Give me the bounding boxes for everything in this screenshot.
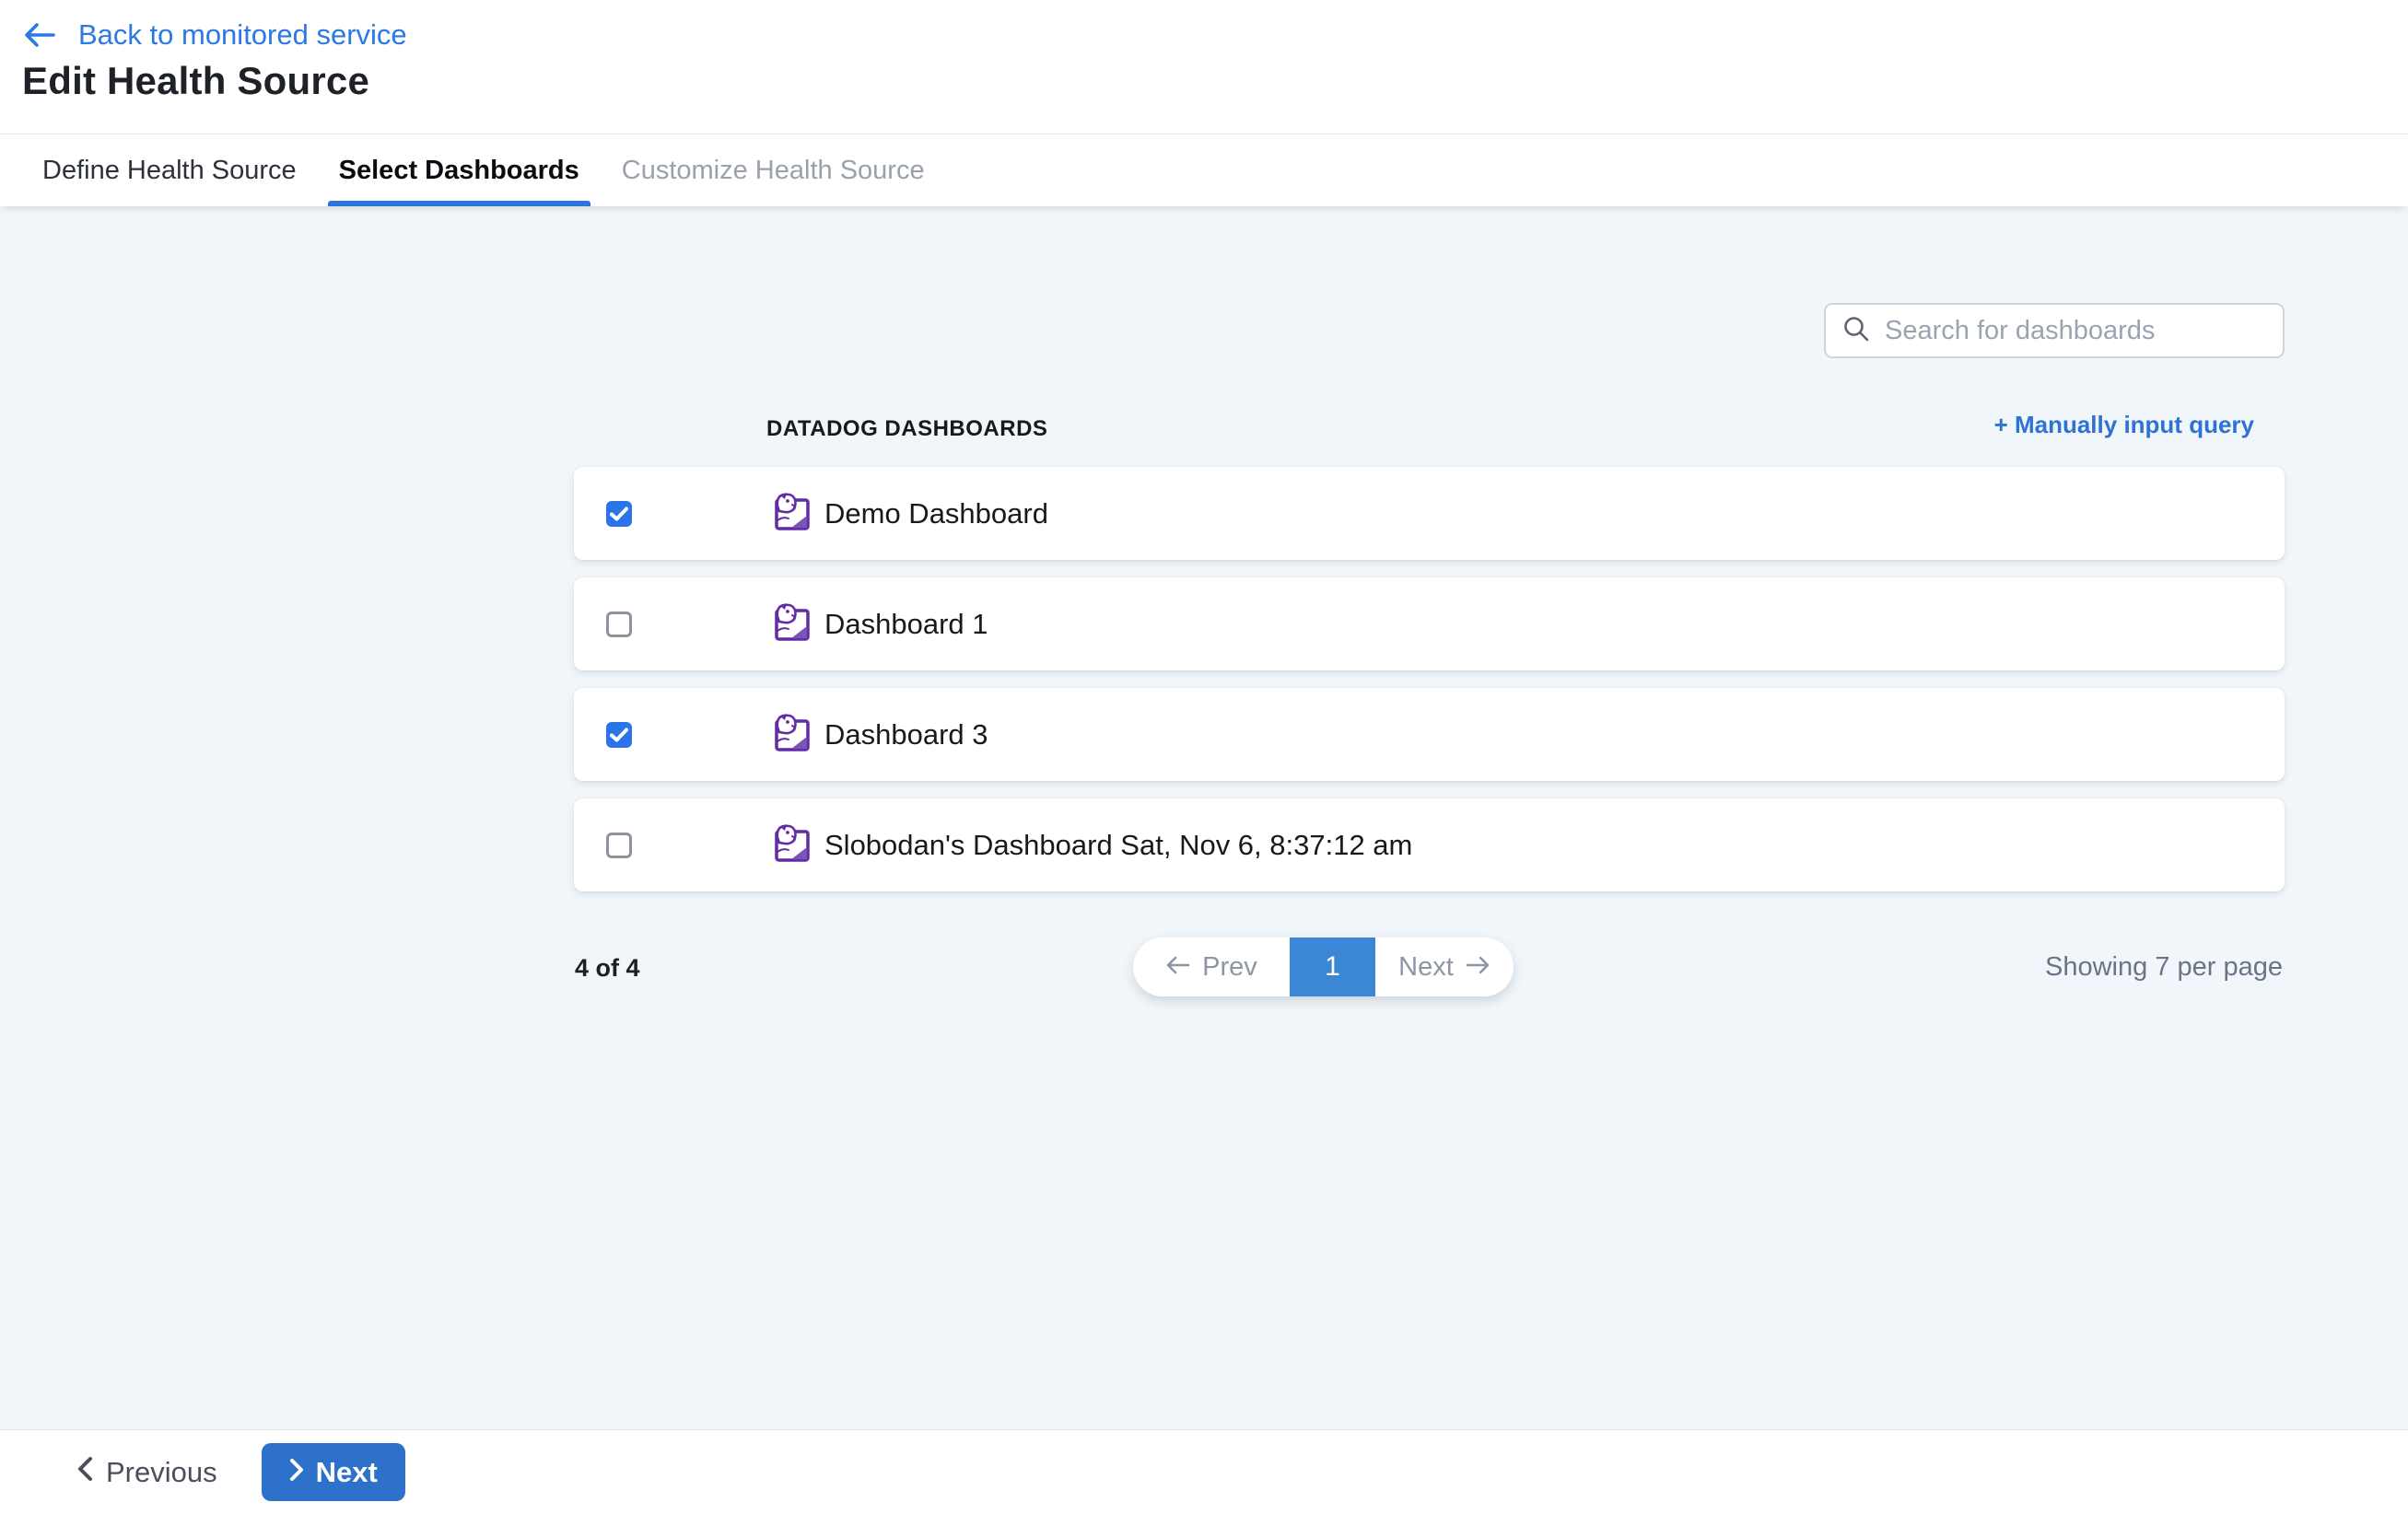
tab-select-dashboards[interactable]: Select Dashboards bbox=[328, 134, 590, 206]
tab-customize-health-source[interactable]: Customize Health Source bbox=[611, 134, 936, 206]
manually-input-query-link[interactable]: + Manually input query bbox=[1994, 411, 2254, 439]
datadog-logo-icon bbox=[772, 601, 813, 647]
datadog-logo-icon bbox=[772, 491, 813, 537]
column-header-datadog-dashboards: DATADOG DASHBOARDS bbox=[766, 416, 1047, 442]
dashboard-checkbox[interactable] bbox=[606, 501, 632, 527]
pagination-next-button[interactable]: Next bbox=[1375, 938, 1514, 996]
pagination-page-1[interactable]: 1 bbox=[1290, 938, 1375, 996]
dashboard-checkbox[interactable] bbox=[606, 833, 632, 858]
app-header: Back to monitored service Edit Health So… bbox=[0, 0, 2408, 134]
chevron-left-icon bbox=[76, 1456, 93, 1489]
dashboard-row[interactable]: Dashboard 3 bbox=[574, 688, 2285, 781]
dashboard-list: Demo Dashboard bbox=[574, 467, 2285, 909]
dashboard-checkbox[interactable] bbox=[606, 722, 632, 748]
dashboard-row-label: Demo Dashboard bbox=[824, 497, 1048, 530]
dashboard-row[interactable]: Dashboard 1 bbox=[574, 577, 2285, 670]
dashboard-row-label: Dashboard 3 bbox=[824, 718, 988, 751]
page-title: Edit Health Source bbox=[22, 59, 369, 103]
dashboard-row-label: Dashboard 1 bbox=[824, 608, 988, 641]
per-page-label: Showing 7 per page bbox=[2045, 952, 2283, 983]
prev-arrow-icon bbox=[1165, 952, 1191, 983]
back-arrow-icon bbox=[23, 22, 56, 48]
datadog-logo-icon bbox=[772, 712, 813, 758]
search-icon bbox=[1842, 315, 1870, 347]
dashboard-row[interactable]: Slobodan's Dashboard Sat, Nov 6, 8:37:12… bbox=[574, 798, 2285, 891]
next-step-button[interactable]: Next bbox=[262, 1443, 405, 1501]
previous-step-button[interactable]: Previous bbox=[76, 1456, 217, 1489]
tab-define-health-source[interactable]: Define Health Source bbox=[31, 134, 308, 206]
results-count: 4 of 4 bbox=[575, 954, 640, 983]
dashboard-search-box bbox=[1824, 303, 2285, 358]
datadog-logo-icon bbox=[772, 822, 813, 868]
pagination: Prev 1 Next bbox=[1133, 938, 1514, 996]
back-to-monitored-service-link[interactable]: Back to monitored service bbox=[23, 18, 407, 52]
wizard-footer: Previous Next bbox=[0, 1429, 2408, 1514]
dashboard-checkbox[interactable] bbox=[606, 611, 632, 637]
next-arrow-icon bbox=[1465, 952, 1490, 983]
search-input[interactable] bbox=[1885, 316, 2266, 346]
select-dashboards-panel: DATADOG DASHBOARDS + Manually input quer… bbox=[0, 206, 2408, 1429]
tab-bar: Define Health Source Select Dashboards C… bbox=[0, 134, 2408, 206]
dashboard-row[interactable]: Demo Dashboard bbox=[574, 467, 2285, 560]
pagination-prev-button[interactable]: Prev bbox=[1133, 938, 1290, 996]
back-link-label: Back to monitored service bbox=[78, 18, 407, 52]
chevron-right-icon bbox=[289, 1456, 304, 1489]
dashboard-row-label: Slobodan's Dashboard Sat, Nov 6, 8:37:12… bbox=[824, 829, 1412, 862]
